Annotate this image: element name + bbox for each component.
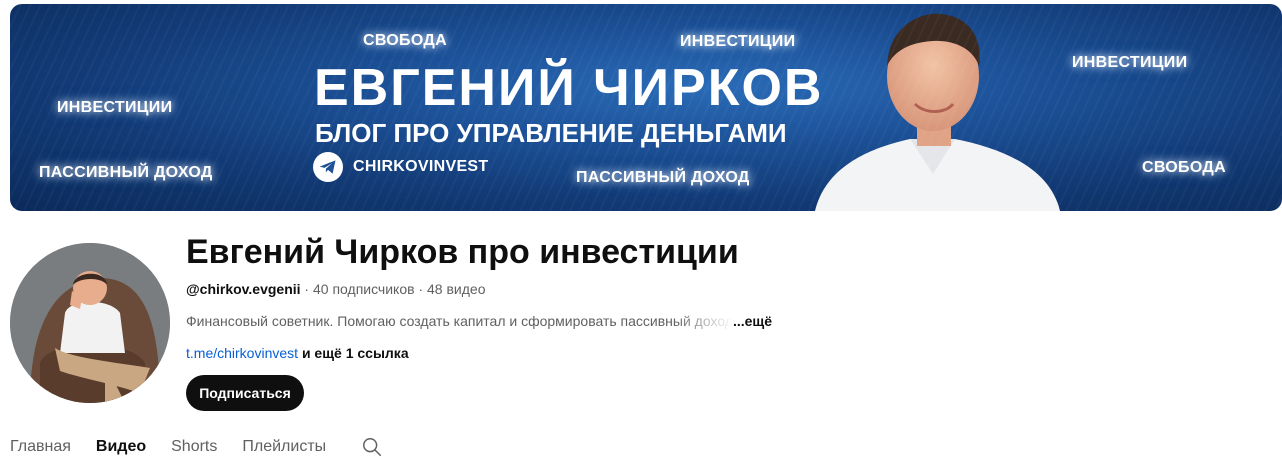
tab-home[interactable]: Главная [10, 438, 71, 456]
tab-videos[interactable]: Видео [96, 438, 146, 456]
telegram-icon [313, 152, 343, 182]
more-links-button[interactable]: и ещё 1 ссылка [302, 345, 409, 361]
banner-keyword: ИНВЕСТИЦИИ [680, 33, 796, 50]
banner-keyword: СВОБОДА [1142, 159, 1226, 176]
channel-description[interactable]: Финансовый советник. Помогаю создать кап… [186, 313, 772, 329]
banner-name: ЕВГЕНИЙ ЧИРКОВ [314, 59, 824, 117]
subscribe-button[interactable]: Подписаться [186, 375, 304, 411]
channel-title: Евгений Чирков про инвестиции [186, 233, 739, 271]
channel-avatar[interactable] [10, 243, 170, 403]
channel-meta: @chirkov.evgenii · 40 подписчиков · 48 в… [186, 281, 485, 297]
channel-tabs: Главная Видео Shorts Плейлисты [10, 436, 383, 458]
tab-playlists[interactable]: Плейлисты [242, 438, 326, 456]
video-count: 48 видео [427, 281, 486, 297]
description-content: Финансовый советник. Помогаю создать кап… [186, 313, 733, 329]
search-icon[interactable] [361, 436, 383, 458]
tab-shorts[interactable]: Shorts [171, 438, 217, 456]
channel-banner: СВОБОДА ИНВЕСТИЦИИ ИНВЕСТИЦИИ ИНВЕСТИЦИИ… [10, 4, 1282, 211]
meta-separator: · [414, 281, 428, 297]
banner-subtitle: БЛОГ ПРО УПРАВЛЕНИЕ ДЕНЬГАМИ [315, 118, 787, 148]
banner-keyword: ПАССИВНЫЙ ДОХОД [576, 169, 750, 186]
subscriber-count: 40 подписчиков [313, 281, 415, 297]
banner-person-photo [815, 13, 1060, 211]
description-more-button[interactable]: ...ещё [733, 313, 772, 329]
banner-keyword: ПАССИВНЫЙ ДОХОД [39, 164, 213, 181]
banner-keyword: СВОБОДА [363, 32, 447, 49]
channel-links: t.me/chirkovinvest и ещё 1 ссылка [186, 345, 409, 361]
meta-separator: · [300, 281, 313, 297]
banner-telegram: CHIRKOVINVEST [313, 152, 488, 182]
channel-link[interactable]: t.me/chirkovinvest [186, 345, 298, 361]
banner-telegram-label: CHIRKOVINVEST [353, 158, 489, 175]
banner-keyword: ИНВЕСТИЦИИ [57, 99, 173, 116]
channel-handle: @chirkov.evgenii [186, 281, 301, 297]
banner-keyword: ИНВЕСТИЦИИ [1072, 54, 1188, 71]
description-text: Финансовый советник. Помогаю создать кап… [186, 313, 733, 329]
